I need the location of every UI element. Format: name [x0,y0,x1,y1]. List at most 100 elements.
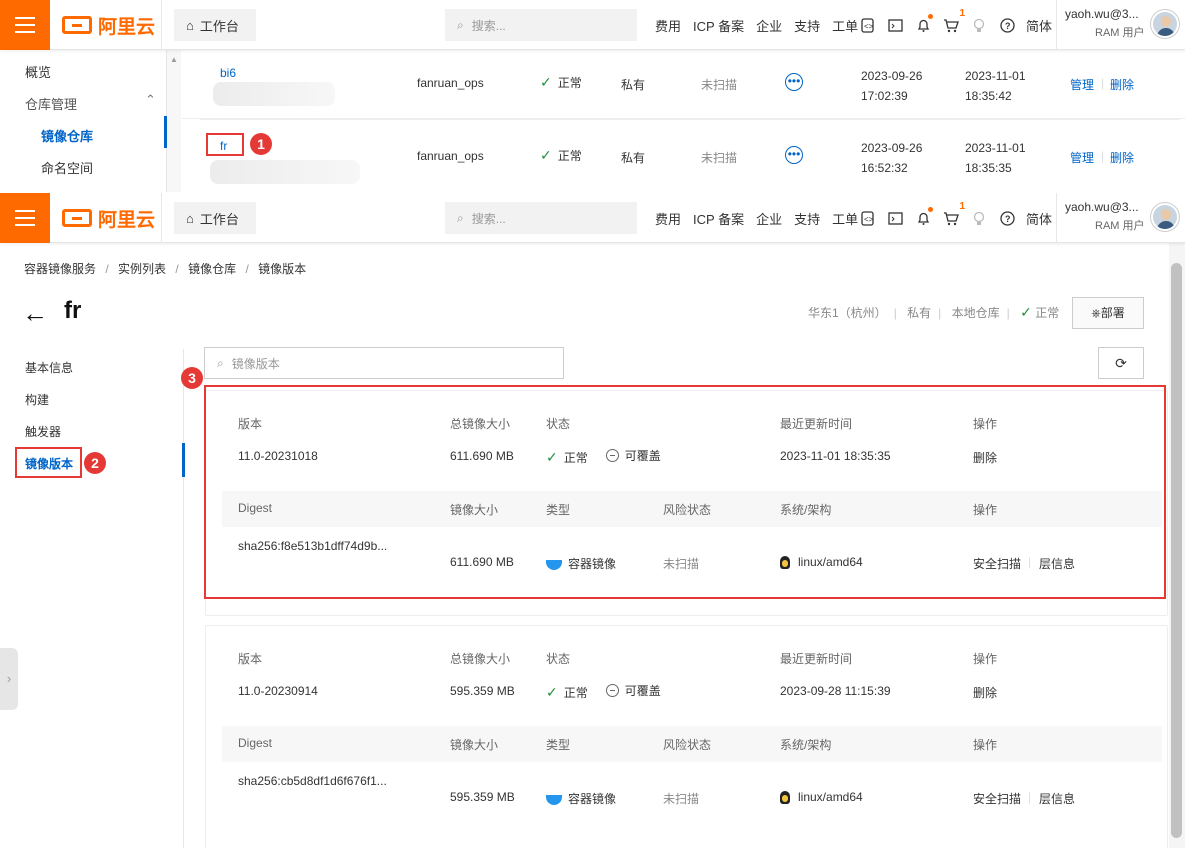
tab-build[interactable]: 构建 [25,391,49,408]
developer-icon[interactable]: <> [859,210,875,226]
active-tab-indicator [182,443,185,477]
more-icon[interactable]: ••• [785,73,803,91]
aliyun-logo[interactable]: 阿里云 [62,0,155,50]
scan-cell: 未扫描 [701,78,738,92]
sidebar-item-overview[interactable]: 概览 [25,62,51,81]
bell-icon[interactable] [915,207,933,226]
chevron-up-icon[interactable]: ⌃ [145,92,156,108]
breadcrumb-item[interactable]: 实例列表 [118,262,166,276]
delete-link[interactable]: 删除 [1110,149,1134,166]
avatar[interactable] [1151,10,1179,38]
annotation-marker-2: 2 [84,452,106,474]
bulb-icon[interactable] [971,210,987,226]
version-tag: 11.0-20230914 [238,684,318,698]
tab-trigger[interactable]: 触发器 [25,423,61,440]
updated-cell: 2023-11-01 18:35:35 [965,141,1026,175]
page-title: fr [64,297,82,324]
manage-link[interactable]: 管理 [1070,149,1094,166]
terminal-icon[interactable] [887,17,903,33]
delete-link[interactable]: 删除 [1110,76,1134,93]
svg-text:?: ? [1005,214,1011,224]
more-icon[interactable]: ••• [785,146,803,164]
digest-value: sha256:cb5d8df1d6f676f1... [238,774,387,788]
image-type: 容器镜像 [546,790,616,807]
sidebar-item-repo-mgmt[interactable]: 仓库管理 [25,94,77,113]
home-icon: ⌂ [186,210,194,226]
nav-link-support[interactable]: 支持 [794,16,820,35]
cart-icon[interactable]: 1 [943,8,965,33]
linux-icon [780,791,790,805]
manage-link[interactable]: 管理 [1070,76,1094,93]
version-search-input[interactable]: ⌕ 镜像版本 [204,347,564,379]
top-navbar: 阿里云 ⌂ 工作台 ⌕ 搜索... 费用 ICP 备案 企业 支持 工单 <> 1 … [0,0,1185,50]
image-versions-screenshot: 阿里云 ⌂ 工作台 ⌕ 搜索... 费用 ICP 备案 企业 支持 工单 <> 1 … [0,193,1185,848]
language-switch[interactable]: 简体 [1026,193,1052,243]
language-switch[interactable]: 简体 [1026,0,1052,50]
status-badge: ✓ 正常 可覆盖 [546,684,661,700]
developer-icon[interactable]: <> [859,17,875,33]
svg-text:<>: <> [864,215,874,224]
image-size: 595.359 MB [450,790,515,804]
hamburger-menu-icon[interactable] [0,193,50,243]
sidebar-item-namespace[interactable]: 命名空间 [41,158,93,177]
svg-text:?: ? [1005,21,1011,31]
breadcrumb: 容器镜像服务 / 实例列表 / 镜像仓库 / 镜像版本 [24,262,307,276]
user-menu[interactable]: yaoh.wu@3... RAM 用户 [1056,0,1185,50]
breadcrumb-item[interactable]: 镜像仓库 [188,262,236,276]
nav-link-billing[interactable]: 费用 [655,16,681,35]
home-icon: ⌂ [186,17,194,33]
terminal-icon[interactable] [887,210,903,226]
breadcrumb-item: 镜像版本 [258,262,307,276]
nav-link-icp[interactable]: ICP 备案 [693,16,744,35]
search-icon: ⌕ [457,17,464,32]
sidebar-item-image-repo[interactable]: 镜像仓库 [41,126,93,145]
global-search-input[interactable]: ⌕ 搜索... [445,202,637,234]
breadcrumb-item[interactable]: 容器镜像服务 [24,262,96,276]
version-card: 版本 总镜像大小 状态 最近更新时间 操作 11.0-20230914 595.… [205,625,1168,848]
aliyun-logo[interactable]: 阿里云 [62,193,155,243]
repo-name-link[interactable]: bi6 [220,66,236,80]
table-row: fr fanruan_ops ✓ 正常 私有 未扫描 ••• 2023-09-26… [200,120,1180,190]
status-badge: ✓ 正常 [540,74,582,90]
user-menu[interactable]: yaoh.wu@3... RAM 用户 [1056,193,1185,243]
help-icon[interactable]: ? [999,17,1015,33]
nav-link-icp[interactable]: ICP 备案 [693,209,744,228]
repo-table: bi6 fanruan_ops ✓ 正常 私有 未扫描 ••• 2023-09-2… [182,50,1185,192]
layer-info-link[interactable]: 层信息 [1039,790,1075,807]
nav-link-ticket[interactable]: 工单 [832,16,858,35]
namespace-cell: fanruan_ops [417,76,484,90]
global-search-input[interactable]: ⌕ 搜索... [445,9,637,41]
redacted-description [213,82,335,106]
repo-meta: 华东1（杭州） | 私有 | 本地仓库 | ✓ 正常 [808,304,1060,320]
nav-link-billing[interactable]: 费用 [655,209,681,228]
nav-link-support[interactable]: 支持 [794,209,820,228]
refresh-button[interactable]: ⟳ [1098,347,1144,379]
annotation-box-card [204,385,1166,599]
scrollbar-thumb[interactable] [1171,263,1182,838]
created-cell: 2023-09-26 16:52:32 [861,141,923,175]
docker-icon [546,794,562,805]
bulb-icon[interactable] [971,17,987,33]
expand-sidebar-icon[interactable]: › [0,648,18,710]
svg-text:<>: <> [864,22,874,31]
deploy-button[interactable]: ⎈部署 [1072,297,1144,329]
avatar[interactable] [1151,203,1179,231]
workbench-button[interactable]: ⌂ 工作台 [174,202,256,234]
nav-link-ticket[interactable]: 工单 [832,209,858,228]
annotation-marker-3: 3 [181,367,203,389]
delete-version-link[interactable]: 删除 [973,684,997,701]
scrollbar[interactable]: ▲ [167,50,181,192]
cart-icon[interactable]: 1 [943,201,965,226]
hamburger-menu-icon[interactable] [0,0,50,50]
nav-link-enterprise[interactable]: 企业 [756,16,782,35]
nav-link-enterprise[interactable]: 企业 [756,209,782,228]
help-icon[interactable]: ? [999,210,1015,226]
tab-basic-info[interactable]: 基本信息 [25,359,73,376]
repo-sidebar: 概览 仓库管理 ⌃ 镜像仓库 命名空间 [0,50,167,192]
security-scan-link[interactable]: 安全扫描 [973,790,1021,807]
back-arrow-icon[interactable]: ← [22,298,48,329]
bell-icon[interactable] [915,14,933,33]
status-badge: 正常 [1035,306,1060,320]
workbench-button[interactable]: ⌂ 工作台 [174,9,256,41]
status-badge: ✓ 正常 [540,147,582,163]
